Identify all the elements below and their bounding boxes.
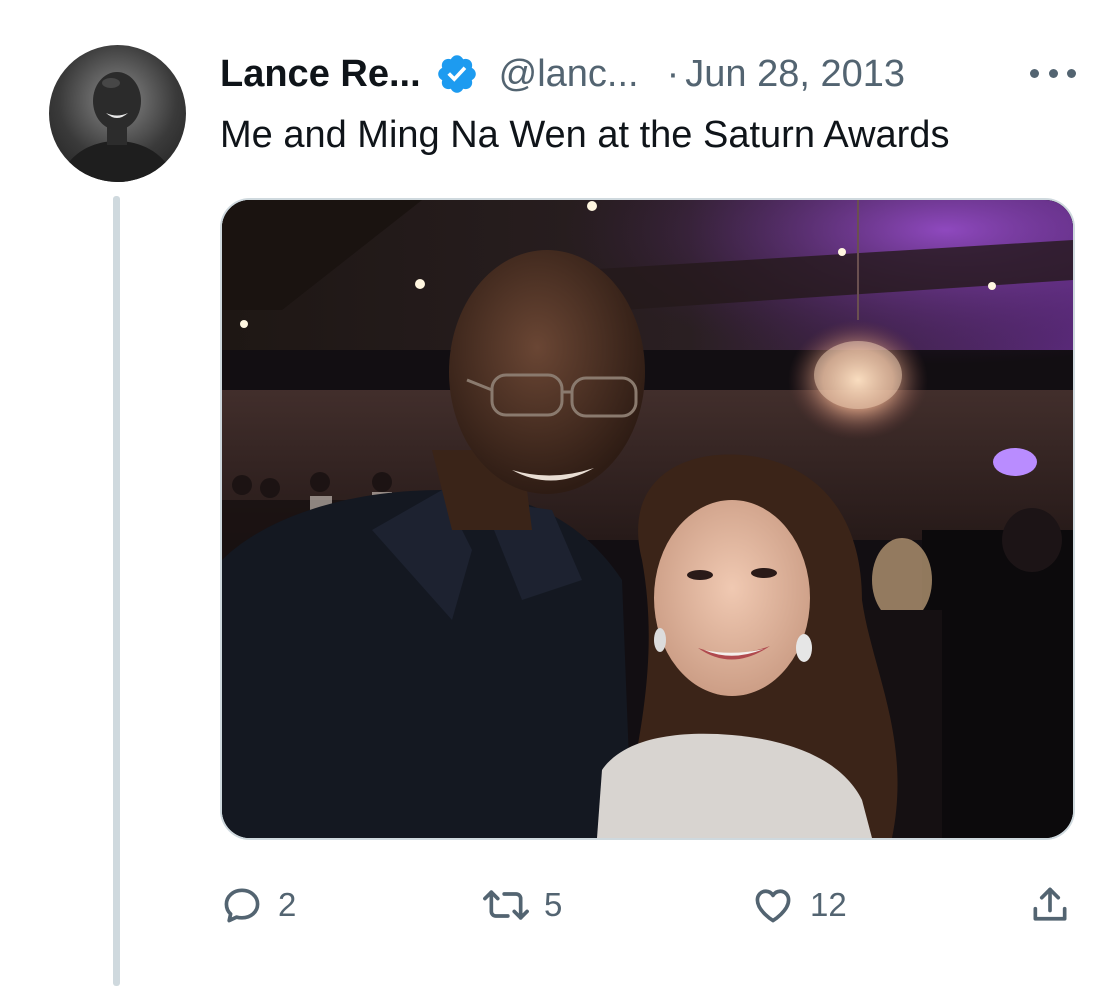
heart-icon (750, 883, 796, 927)
reply-icon (220, 883, 264, 927)
share-icon (1028, 883, 1072, 927)
tweet-date[interactable]: Jun 28, 2013 (685, 53, 905, 96)
more-options-icon[interactable] (1030, 60, 1076, 86)
avatar[interactable] (49, 45, 186, 182)
like-button[interactable]: 12 (750, 880, 847, 930)
thread-line (113, 196, 120, 986)
display-name[interactable]: Lance Re... (220, 53, 421, 96)
tweet-photo[interactable] (220, 198, 1075, 840)
share-button[interactable] (1028, 880, 1072, 930)
like-count: 12 (810, 886, 847, 923)
tweet-text: Me and Ming Na Wen at the Saturn Awards (220, 114, 950, 156)
avatar-photo (59, 72, 176, 182)
handle[interactable]: @lanc... (499, 53, 639, 96)
retweet-button[interactable]: 5 (482, 880, 562, 930)
reply-button[interactable]: 2 (220, 880, 296, 930)
tweet-header: Lance Re... @lanc... · Jun 28, 2013 (220, 46, 905, 102)
verified-badge-icon[interactable] (435, 52, 479, 96)
retweet-count: 5 (544, 886, 563, 923)
tweet-actions: 2 5 12 (220, 880, 1076, 930)
retweet-icon (482, 883, 530, 927)
meta-separator: · (666, 52, 680, 95)
reply-count: 2 (278, 886, 297, 923)
photo-content (222, 200, 1073, 838)
